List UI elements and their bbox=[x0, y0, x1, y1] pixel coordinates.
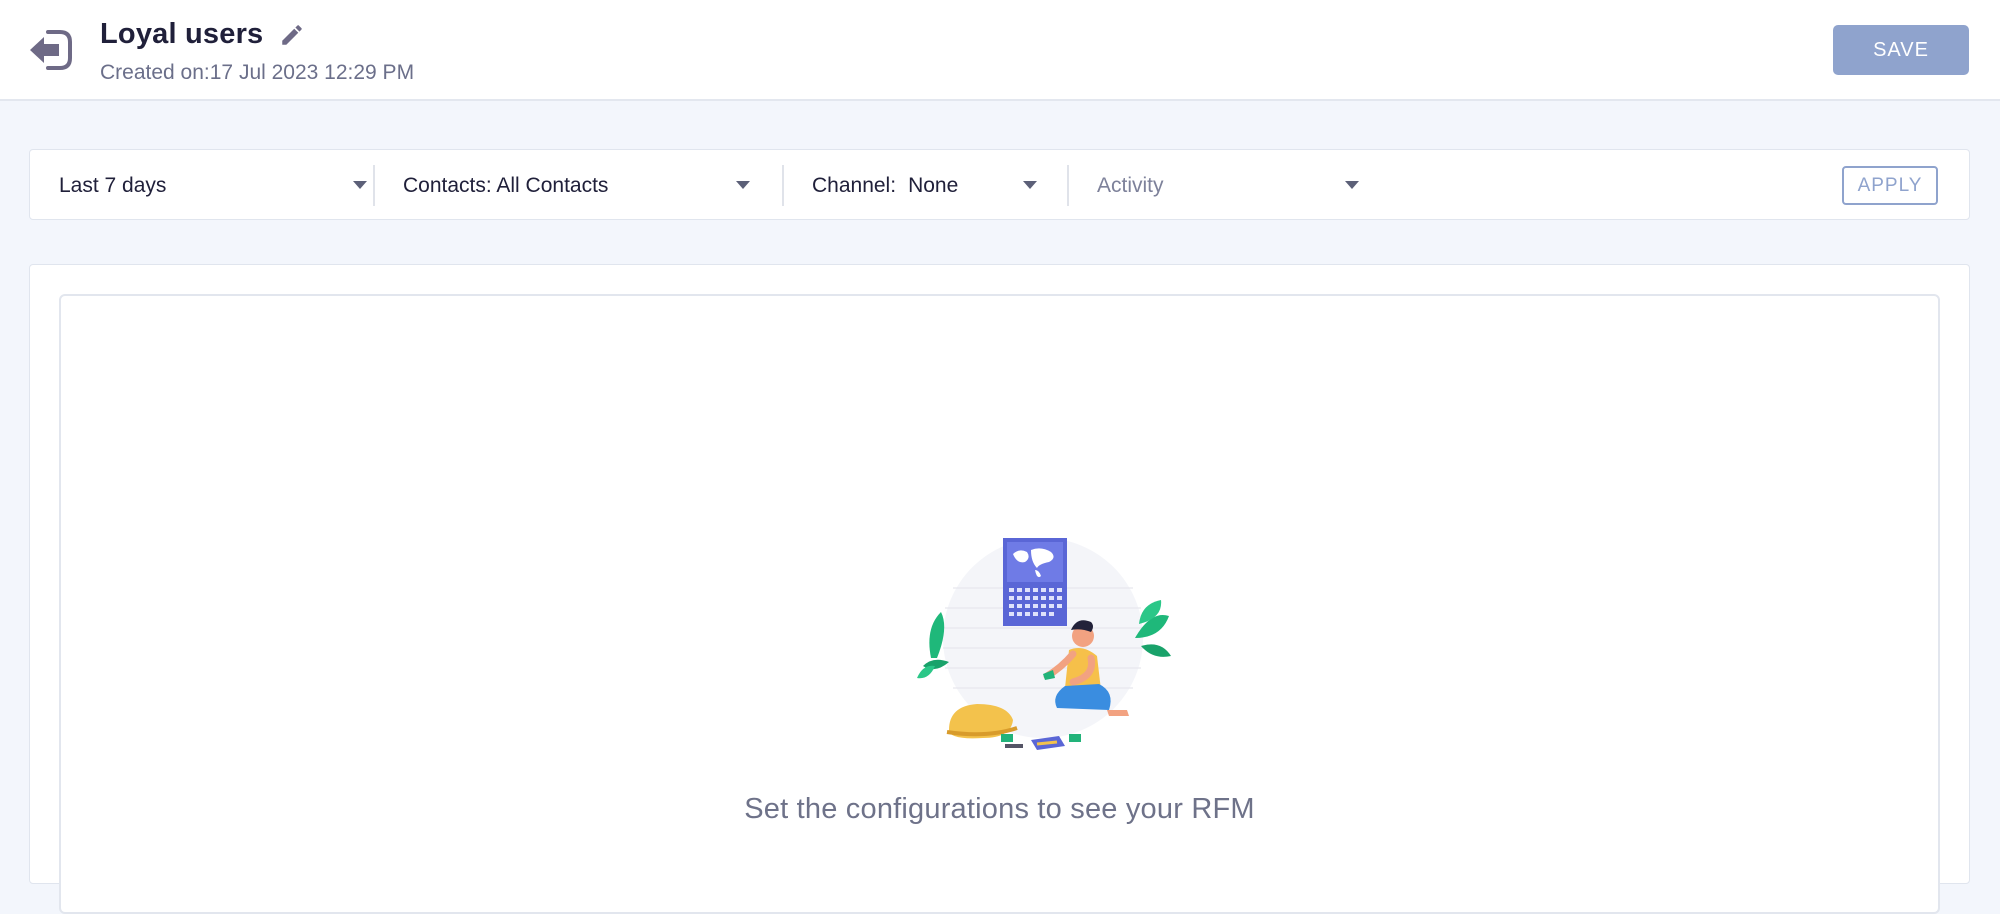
pencil-icon[interactable] bbox=[279, 22, 305, 48]
apply-button[interactable]: APPLY bbox=[1842, 166, 1938, 205]
date-range-dropdown[interactable]: Last 7 days bbox=[59, 150, 373, 221]
exit-arrow-icon[interactable] bbox=[26, 26, 74, 74]
filter-divider bbox=[373, 165, 375, 206]
channel-label: Channel: bbox=[812, 173, 897, 197]
created-on-text: Created on:17 Jul 2023 12:29 PM bbox=[100, 61, 414, 85]
page-title: Loyal users bbox=[100, 18, 264, 50]
person-sorting-cards-illustration bbox=[903, 528, 1183, 768]
caret-down-icon bbox=[736, 181, 750, 189]
empty-state-message: Set the configurations to see your RFM bbox=[744, 793, 1255, 825]
date-range-value: Last 7 days bbox=[59, 173, 167, 197]
caret-down-icon bbox=[353, 181, 367, 189]
contacts-dropdown[interactable]: Contacts: All Contacts bbox=[403, 150, 783, 221]
channel-dropdown[interactable]: Channel: None bbox=[812, 150, 1062, 221]
created-on-date: 17 Jul 2023 12:29 PM bbox=[209, 61, 415, 84]
filter-divider bbox=[782, 165, 784, 206]
page-header: Loyal users Created on:17 Jul 2023 12:29… bbox=[0, 0, 2000, 101]
created-on-label: Created on: bbox=[100, 61, 210, 84]
caret-down-icon bbox=[1345, 181, 1359, 189]
save-button[interactable]: SAVE bbox=[1833, 25, 1969, 75]
filter-divider bbox=[1067, 165, 1069, 206]
activity-placeholder: Activity bbox=[1097, 173, 1164, 197]
activity-dropdown[interactable]: Activity bbox=[1097, 150, 1387, 221]
filter-bar: Last 7 days Contacts: All Contacts Chann… bbox=[29, 149, 1970, 220]
channel-value: None bbox=[908, 173, 959, 197]
rfm-panel: Set the configurations to see your RFM bbox=[29, 264, 1970, 914]
contacts-value: Contacts: All Contacts bbox=[403, 173, 609, 197]
rfm-content-area: Set the configurations to see your RFM bbox=[59, 294, 1940, 914]
title-block: Loyal users Created on:17 Jul 2023 12:29… bbox=[100, 18, 414, 85]
caret-down-icon bbox=[1023, 181, 1037, 189]
